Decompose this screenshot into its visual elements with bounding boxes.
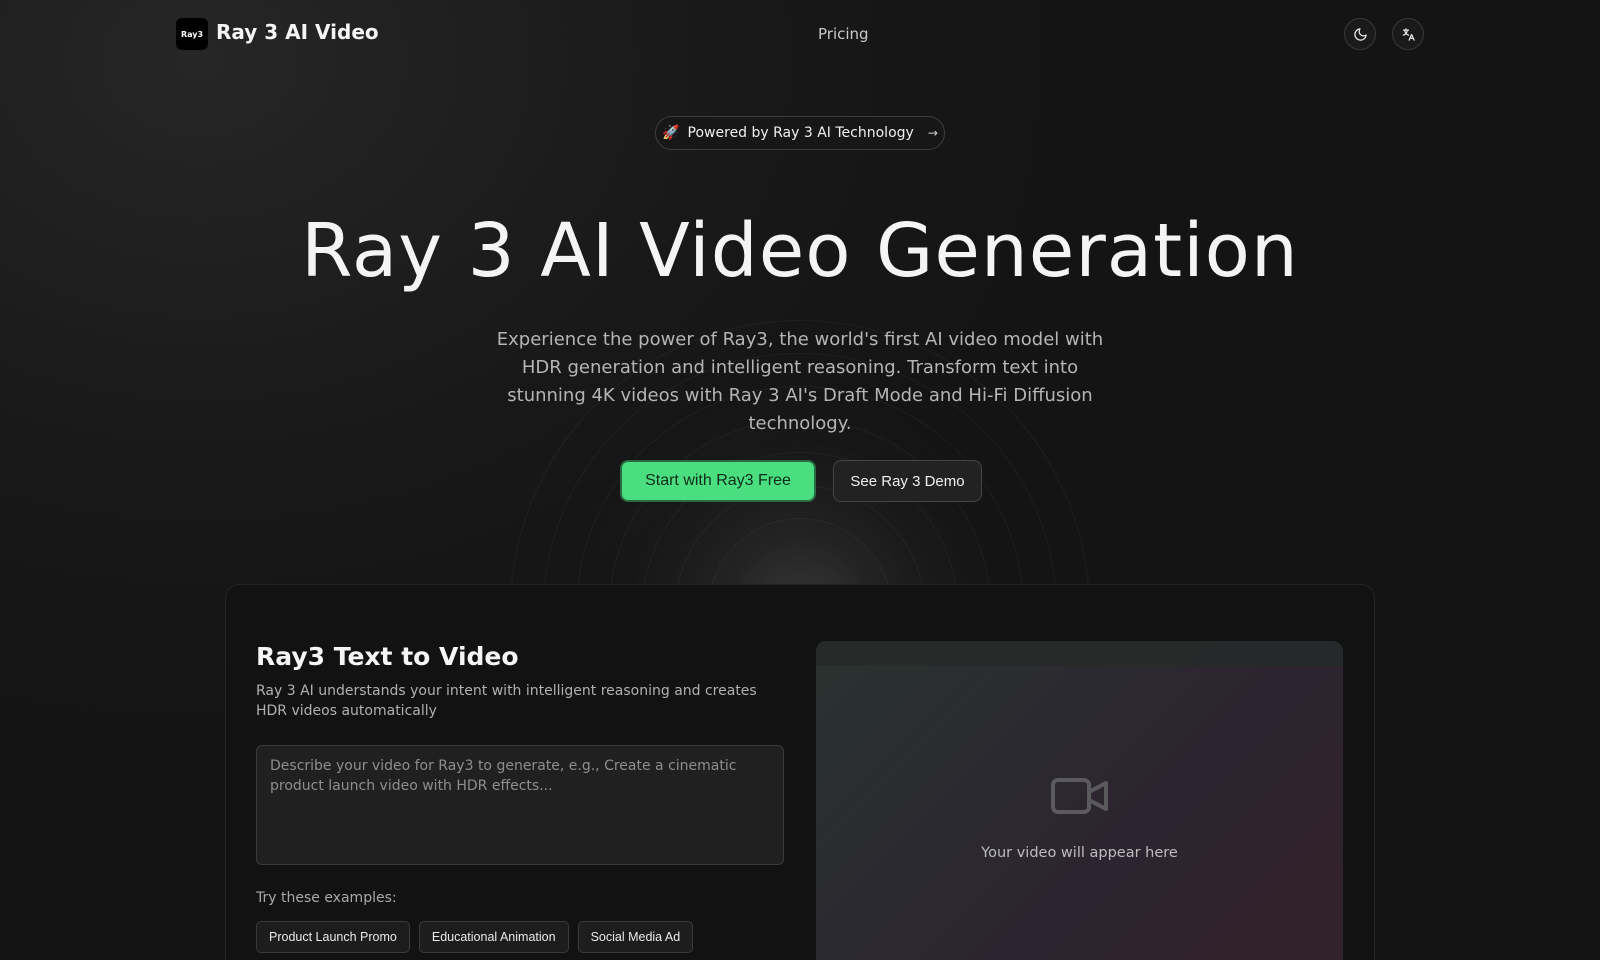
preview-placeholder: Your video will appear here [981, 845, 1178, 861]
hero-subtitle: Experience the power of Ray3, the world'… [496, 329, 1104, 434]
theme-toggle-button[interactable] [1344, 18, 1376, 50]
rocket-icon: 🚀 [662, 125, 680, 141]
video-camera-icon [1051, 778, 1108, 814]
video-preview: Your video will appear here [816, 641, 1343, 960]
example-chips: Product Launch Promo Educational Animati… [256, 921, 694, 953]
logo[interactable]: Ray3 [176, 18, 208, 50]
logo-text: Ray3 [180, 29, 204, 39]
see-demo-button[interactable]: See Ray 3 Demo [833, 460, 982, 502]
translate-icon [1402, 27, 1415, 41]
start-free-button[interactable]: Start with Ray3 Free [620, 460, 816, 502]
prompt-input[interactable] [256, 745, 784, 865]
brand-name[interactable]: Ray 3 AI Video [216, 20, 379, 44]
preview-toolbar [816, 641, 1343, 666]
examples-label: Try these examples: [256, 890, 397, 906]
badge-text: Powered by Ray 3 AI Technology [687, 125, 914, 141]
example-chip-social-media[interactable]: Social Media Ad [577, 921, 694, 953]
hero-title: Ray 3 AI Video Generation [301, 208, 1299, 294]
nav-pricing-link[interactable]: Pricing [818, 25, 869, 43]
site-header: Ray3 Ray 3 AI Video Pricing [0, 0, 1600, 68]
ring-7 [708, 518, 892, 588]
moon-icon [1353, 27, 1367, 41]
generator-title: Ray3 Text to Video [256, 642, 519, 671]
example-chip-product-launch[interactable]: Product Launch Promo [256, 921, 410, 953]
powered-by-badge[interactable]: 🚀 Powered by Ray 3 AI Technology → [655, 116, 945, 150]
arrow-right-icon: → [927, 126, 938, 140]
example-chip-educational[interactable]: Educational Animation [418, 921, 569, 953]
language-button[interactable] [1392, 18, 1424, 50]
ring-4 [609, 419, 991, 588]
generator-description: Ray 3 AI understands your intent with in… [256, 683, 757, 719]
